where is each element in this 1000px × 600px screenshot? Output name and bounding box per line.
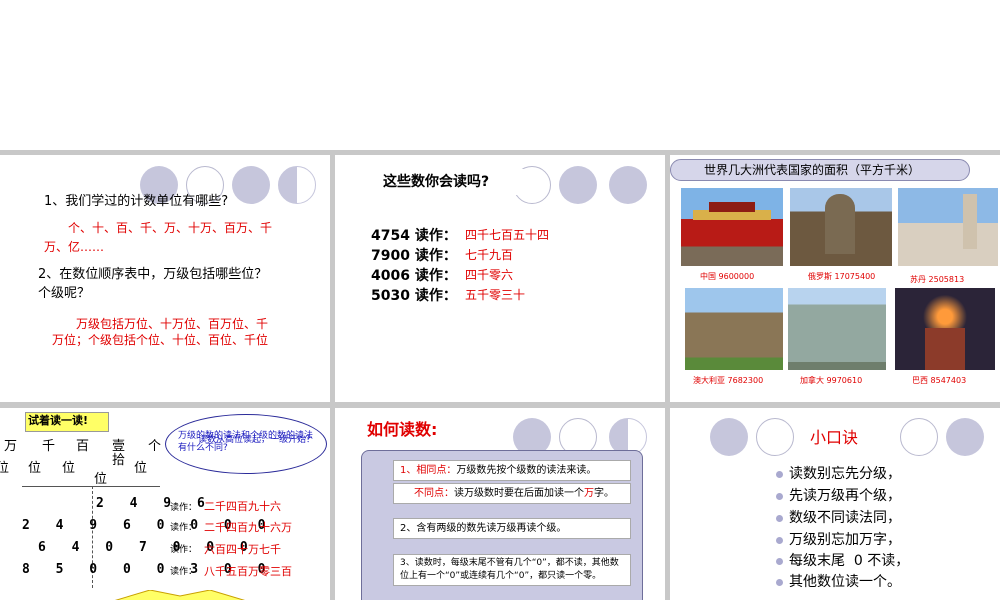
rule-1: 1、相同点：万级数先按个级数的读法来读。: [393, 460, 631, 481]
decor-circle: [946, 418, 984, 456]
photo-australia: [685, 288, 783, 370]
read-answer: 六百四十万七千: [204, 543, 281, 556]
rule-1b-word: 万: [584, 488, 594, 499]
mnemonic-text: 万级别忘加万字，: [789, 532, 901, 548]
place-header: 位: [28, 461, 42, 476]
slide-title: 如何读数:: [367, 420, 438, 439]
photo-russia: [790, 188, 892, 266]
decor-circle: [559, 166, 597, 204]
reading-answer: 五千零三十: [465, 288, 526, 302]
read-label: 读作：: [170, 523, 198, 533]
slide-3[interactable]: 世界几大洲代表国家的面积（平方千米） 中国 9600000 俄罗斯 170754…: [670, 155, 1000, 402]
decor-circle: [900, 418, 938, 456]
bullet-dot: [776, 492, 783, 500]
place-header: 位: [62, 461, 76, 476]
banner-text: 试着读一读!: [28, 414, 89, 427]
mnemonic-line: 其他数位读一个。: [776, 571, 901, 591]
mnemonic-text: 每级末尾 0 不读，: [789, 553, 910, 569]
decor-circle: [710, 418, 748, 456]
rule-3: 3、读数时，每级末尾不管有几个“0”，都不读，其他数位上有一个“0”或连续有几个…: [393, 554, 631, 586]
read-label: 读作：: [170, 567, 198, 577]
rule-1b-end: 字。: [594, 488, 614, 499]
mnemonic-text: 读数别忘先分级，: [789, 466, 901, 482]
mnemonic-line: 数级不同读法同，: [776, 507, 901, 527]
reading-number: 4006 读作：: [371, 268, 457, 284]
bullet-dot: [776, 514, 783, 522]
rule-2: 2、含有两级的数先读万级再读个级。: [393, 518, 631, 539]
mnemonic-text: 数级不同读法同，: [789, 510, 901, 526]
caption-russia: 俄罗斯 17075400: [808, 272, 876, 281]
question-2: 2、在数位顺序表中，万级包括哪些位？个级呢？: [38, 267, 268, 301]
read-answer: 八千五百万零三百: [204, 565, 292, 578]
reading-answer: 七千九百: [465, 248, 514, 262]
place-header: 拾: [112, 453, 126, 468]
reading-number: 4754 读作：: [371, 228, 457, 244]
mnemonic-line: 读数别忘先分级，: [776, 463, 901, 483]
caption-australia: 澳大利亚 7682300: [693, 376, 764, 385]
divider-line: [22, 486, 160, 487]
slide-1[interactable]: 1、我们学过的计数单位有哪些? 个、十、百、千、万、十万、百万、千万、亿…… 2…: [0, 155, 330, 402]
caption-canada: 加拿大 9970610: [800, 376, 863, 385]
place-header: 个: [148, 439, 162, 454]
read-label: 读作：: [170, 545, 198, 555]
place-header: 万: [4, 439, 18, 454]
photo-sudan: [898, 188, 998, 266]
caption-sudan: 苏丹 2505813: [910, 275, 965, 284]
mnemonic-text: 其他数位读一个。: [789, 574, 901, 590]
slide-title-text: 这些数你会读吗?: [383, 174, 490, 190]
photo-china: [681, 188, 783, 266]
reading-number: 5030 读作：: [371, 288, 457, 304]
bullet-dot: [776, 557, 783, 565]
read-answer: 二千四百九十六万: [204, 521, 292, 534]
question-1: 1、我们学过的计数单位有哪些?: [44, 194, 229, 209]
place-header: 位: [0, 461, 10, 476]
mnemonic-line: 先读万级再个级，: [776, 485, 901, 505]
place-header: 位: [94, 472, 108, 487]
read-answer: 二千四百九十六: [204, 500, 281, 513]
slide-4[interactable]: 试着读一读! 万级的数的读法和个级的数的读法有什么不同? 读数从高位读起，一级开…: [0, 408, 330, 600]
bullet-dot: [776, 578, 783, 586]
read-label: 读作：: [170, 503, 198, 513]
reading-number: 7900 读作：: [371, 248, 457, 264]
photo-canada: [788, 288, 886, 370]
rule-1b-label: 不同点：: [414, 488, 454, 499]
reading-answer: 四千零六: [465, 268, 514, 282]
rule-1-label: 1、相同点：: [400, 465, 457, 476]
mnemonic-line: 万级别忘加万字，: [776, 529, 901, 549]
starburst-shape: [114, 590, 246, 600]
mnemonic-text: 先读万级再个级，: [789, 488, 901, 504]
decor-circle: [756, 418, 794, 456]
answer-1: 个、十、百、千、万、十万、百万、千万、亿……: [44, 221, 273, 254]
rule-1b-text: 读万级数时要在后面加读一个: [454, 488, 584, 499]
caption-brazil: 巴西 8547403: [912, 376, 967, 385]
mnemonic-title: 小口诀: [810, 428, 859, 447]
rule-1-text: 万级数先按个级数的读法来读。: [456, 465, 597, 476]
slide-2[interactable]: 这些数你会读吗? 4754 读作： 四千七百五十四 7900 读作： 七千九百 …: [335, 155, 665, 402]
bullet-dot: [776, 470, 783, 478]
decor-circle: [609, 166, 647, 204]
photo-brazil: [895, 288, 995, 370]
reading-answer: 四千七百五十四: [465, 228, 550, 242]
answer-2: 万级包括万位、十万位、百万位、千万位；个级包括个位、十位、百位、千位: [52, 317, 269, 347]
bubble-text-2: 读数从高位读起，一级开始？: [198, 435, 316, 445]
place-header: 百: [76, 439, 90, 454]
bullet-dot: [776, 536, 783, 544]
slide-5[interactable]: 如何读数: 1、相同点：万级数先按个级数的读法来读。 不同点：读万级数时要在后面…: [335, 408, 665, 600]
mnemonic-line: 每级末尾 0 不读，: [776, 550, 909, 570]
rule-1b: 不同点：读万级数时要在后面加读一个万字。: [393, 483, 631, 504]
slide-title-text: 世界几大洲代表国家的面积（平方千米）: [704, 163, 921, 177]
caption-china: 中国 9600000: [700, 272, 755, 281]
place-header: 位: [134, 461, 148, 476]
place-header: 千: [42, 439, 56, 454]
